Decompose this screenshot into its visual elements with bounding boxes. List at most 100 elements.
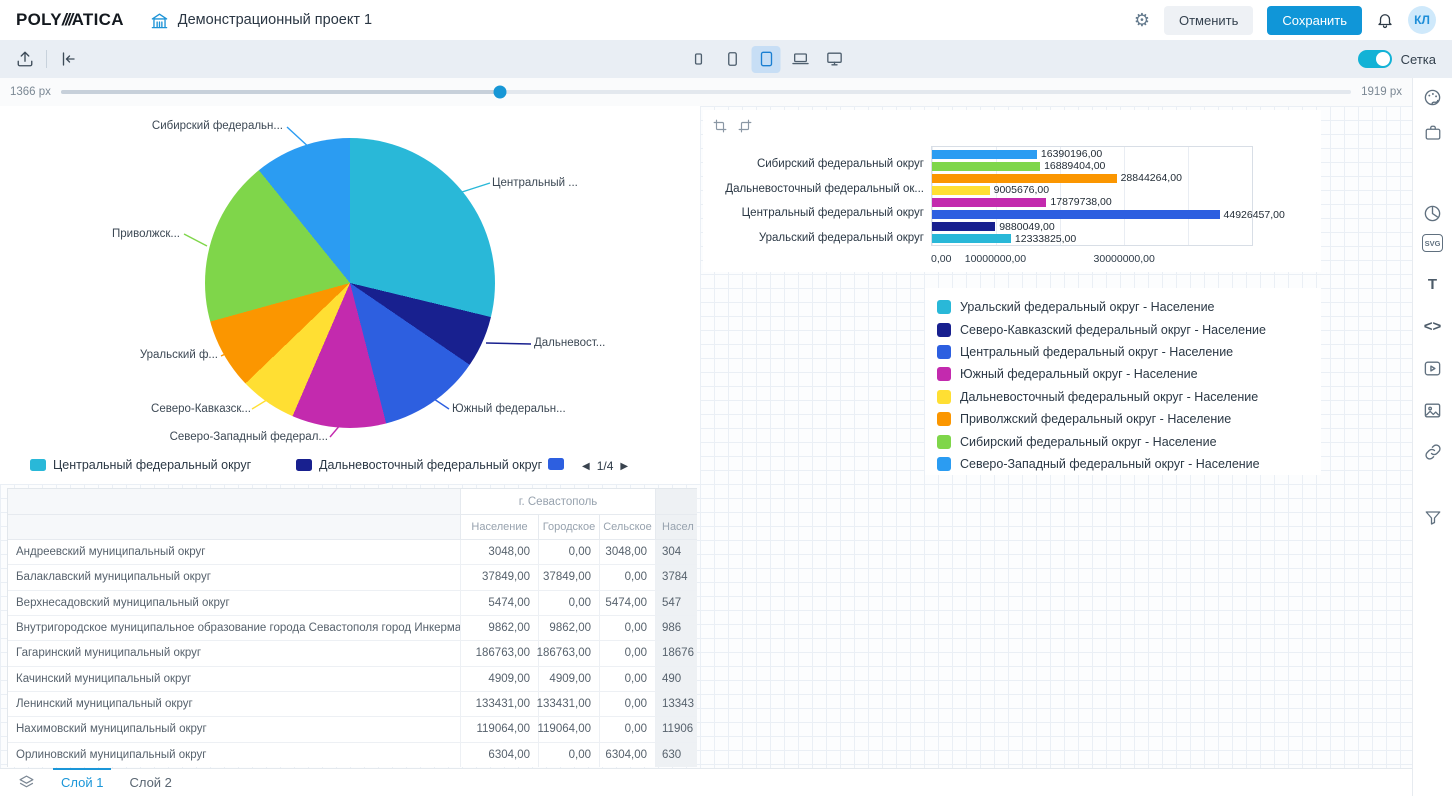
table-column-header-clipped[interactable]: Насел	[656, 515, 697, 539]
slider-handle[interactable]	[493, 86, 506, 99]
table-row[interactable]: Качинский муниципальный округ4909,004909…	[8, 667, 697, 692]
pie-legend-item[interactable]: Дальневосточный федеральный округ	[296, 458, 542, 472]
avatar[interactable]: КЛ	[1408, 6, 1436, 34]
layers-icon[interactable]	[18, 774, 35, 791]
bar-axis-label	[703, 195, 930, 207]
table-row[interactable]: Ленинский муниципальный округ133431,0013…	[8, 692, 697, 717]
bar-value-label: 9005676,00	[994, 184, 1049, 196]
header-actions: ⚙ Отменить Сохранить КЛ	[1134, 6, 1436, 35]
collapse-left-icon[interactable]	[59, 50, 77, 68]
legend-panel[interactable]: Уральский федеральный округ - НаселениеС…	[925, 288, 1321, 475]
palette-icon[interactable]	[1423, 87, 1443, 107]
pager-next-icon[interactable]: ▶	[620, 461, 628, 472]
bar[interactable]	[932, 186, 990, 195]
device-monitor-icon[interactable]	[820, 46, 849, 73]
cancel-button[interactable]: Отменить	[1164, 6, 1253, 35]
legend-swatch	[937, 345, 951, 359]
bar[interactable]	[932, 162, 1040, 171]
bar-row: 28844264,00	[932, 172, 1252, 184]
x-tick-label: 30000000,00	[1094, 253, 1155, 265]
table-column-header[interactable]: Сельское	[600, 515, 656, 539]
bar-plot: 16390196,0016889404,0028844264,009005676…	[931, 146, 1253, 246]
link-icon[interactable]	[1423, 442, 1443, 462]
export-icon[interactable]	[16, 50, 34, 68]
legend-swatch	[937, 435, 951, 449]
table-column-header[interactable]: Городское	[539, 515, 600, 539]
code-icon[interactable]: <>	[1423, 316, 1443, 336]
bar[interactable]	[932, 150, 1037, 159]
legend-swatch	[937, 457, 951, 471]
filter-icon[interactable]	[1423, 508, 1443, 528]
legend-item[interactable]: Северо-Кавказский федеральный округ - На…	[937, 318, 1321, 340]
layer-tab-2[interactable]: Слой 2	[129, 769, 171, 796]
table-group-header: г. Севастополь	[461, 489, 656, 514]
table-cell-value: 11906	[656, 717, 697, 741]
device-phone-small-icon[interactable]	[684, 46, 713, 73]
bar-chart-widget[interactable]: Сибирский федеральный округДальневосточн…	[703, 110, 1321, 272]
briefcase-icon[interactable]	[1423, 123, 1443, 143]
video-icon[interactable]	[1423, 358, 1443, 378]
chart-icon[interactable]	[1423, 203, 1443, 223]
svg-icon[interactable]: SVG	[1422, 234, 1443, 252]
table-cell-value: 133431,00	[461, 692, 539, 716]
legend-item[interactable]: Приволжский федеральный округ - Населени…	[937, 408, 1321, 430]
legend-label: Дальневосточный федеральный округ - Насе…	[960, 390, 1258, 404]
layers-bar: Слой 1 Слой 2	[0, 768, 1412, 796]
pie-chart[interactable]	[205, 138, 495, 428]
table-row[interactable]: Внутригородское муниципальное образовани…	[8, 616, 697, 641]
legend-item[interactable]: Уральский федеральный округ - Население	[937, 296, 1321, 318]
legend-swatch	[548, 458, 564, 470]
legend-item[interactable]: Южный федеральный округ - Население	[937, 363, 1321, 385]
legend-item[interactable]: Центральный федеральный округ - Населени…	[937, 341, 1321, 363]
device-tablet-icon[interactable]	[752, 46, 781, 73]
pie-legend-item[interactable]: Центральный федеральный округ	[30, 458, 251, 472]
table-row[interactable]: Орлиновский муниципальный округ6304,000,…	[8, 743, 697, 767]
bar[interactable]	[932, 198, 1046, 207]
table-cell-name: Ленинский муниципальный округ	[8, 692, 461, 716]
table-row[interactable]: Андреевский муниципальный округ3048,000,…	[8, 540, 697, 565]
gear-icon[interactable]: ⚙	[1134, 11, 1150, 29]
bar[interactable]	[932, 174, 1117, 183]
crop-mirrored-icon[interactable]	[738, 119, 752, 133]
save-button[interactable]: Сохранить	[1267, 6, 1362, 35]
table-column-header[interactable]: Население	[461, 515, 539, 539]
grid-toggle[interactable]	[1358, 50, 1392, 68]
bar-axis-labels: Сибирский федеральный округДальневосточн…	[703, 146, 930, 244]
table-row[interactable]: Верхнесадовский муниципальный округ5474,…	[8, 591, 697, 616]
bar-axis-label: Сибирский федеральный округ	[703, 158, 930, 170]
legend-item[interactable]: Северо-Западный федеральный округ - Насе…	[937, 453, 1321, 475]
table-cell-value: 0,00	[600, 667, 656, 691]
slider-max-label: 1919 px	[1361, 86, 1402, 98]
pie-chart-widget[interactable]: Сибирский федеральн... Центральный ... П…	[0, 106, 700, 484]
bar[interactable]	[932, 234, 1011, 243]
grid-toggle-label: Сетка	[1401, 52, 1436, 67]
bar[interactable]	[932, 210, 1220, 219]
layer-tab-1[interactable]: Слой 1	[61, 769, 103, 796]
device-laptop-icon[interactable]	[786, 46, 815, 73]
table-row[interactable]: Нахимовский муниципальный округ119064,00…	[8, 717, 697, 742]
bar[interactable]	[932, 222, 995, 231]
table-row[interactable]: Гагаринский муниципальный округ186763,00…	[8, 641, 697, 666]
bar-x-ticks: 0,0010000000,0030000000,00	[931, 251, 1253, 265]
text-tool-icon[interactable]: T	[1423, 274, 1443, 294]
legend-item[interactable]: Сибирский федеральный округ - Население	[937, 430, 1321, 452]
dashboard-canvas[interactable]: Сибирский федеральн... Центральный ... П…	[0, 106, 1412, 768]
legend-swatch	[937, 412, 951, 426]
pager-prev-icon[interactable]: ◀	[582, 461, 590, 472]
width-slider[interactable]	[61, 90, 1351, 94]
pie-legend-item[interactable]	[548, 458, 564, 470]
legend-swatch	[296, 459, 312, 471]
table-row[interactable]: Балаклавский муниципальный округ37849,00…	[8, 565, 697, 590]
bell-icon[interactable]	[1376, 11, 1394, 29]
table-cell-value: 0,00	[539, 591, 600, 615]
table-widget[interactable]: г. Севастополь Население Городское Сельс…	[7, 488, 697, 767]
crop-icon[interactable]	[713, 119, 727, 133]
table-cell-value: 3048,00	[600, 540, 656, 564]
bar-value-label: 12333825,00	[1015, 233, 1076, 245]
device-phone-icon[interactable]	[718, 46, 747, 73]
bar-row: 9880049,00	[932, 221, 1252, 233]
table-cell-name: Андреевский муниципальный округ	[8, 540, 461, 564]
image-icon[interactable]	[1423, 400, 1443, 420]
pie-callout: Северо-Западный федерал...	[170, 431, 328, 443]
legend-item[interactable]: Дальневосточный федеральный округ - Насе…	[937, 386, 1321, 408]
